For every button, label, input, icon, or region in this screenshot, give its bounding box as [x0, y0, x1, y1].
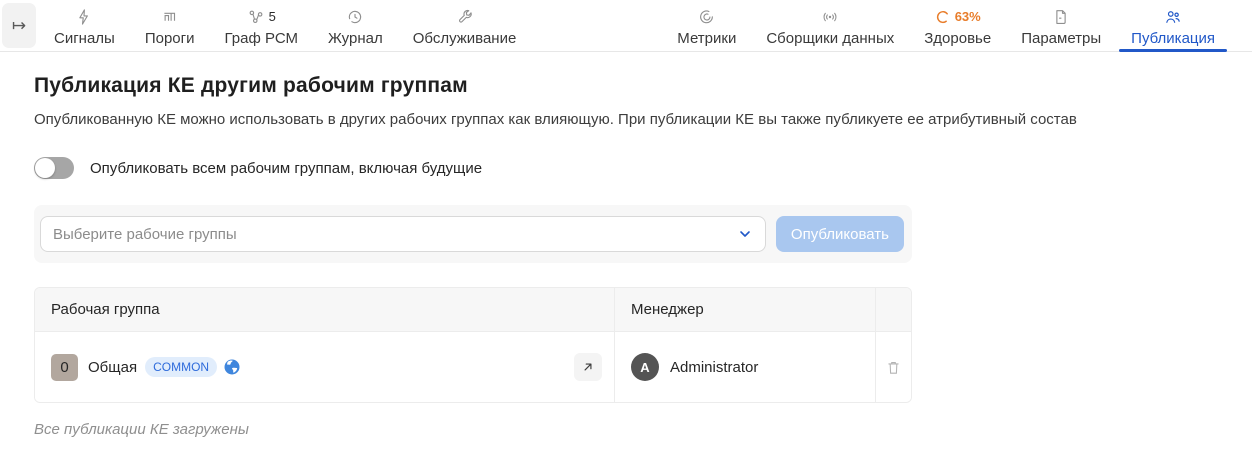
column-header-actions [875, 288, 911, 331]
tab-label: Сборщики данных [766, 29, 894, 49]
tab-label: Обслуживание [413, 29, 517, 49]
wrench-icon [456, 8, 474, 26]
chevron-down-icon [737, 226, 753, 242]
workgroup-name: Общая [88, 359, 137, 376]
tab-label: Метрики [677, 29, 736, 49]
publish-all-toggle-row: Опубликовать всем рабочим группам, включ… [34, 157, 1218, 179]
globe-icon [223, 358, 241, 376]
table-row: 0 Общая COMMON A Administrator [35, 332, 911, 402]
document-icon [1052, 8, 1070, 26]
footer-note: Все публикации КЕ загружены [34, 421, 1218, 438]
publications-table: Рабочая группа Менеджер 0 Общая COMMON A… [34, 287, 912, 403]
toggle-knob [35, 158, 55, 178]
page-description: Опубликованную КЕ можно использовать в д… [34, 111, 1218, 128]
publication-page: Публикация КЕ другим рабочим группам Опу… [0, 74, 1252, 438]
tab-label: Параметры [1021, 29, 1101, 49]
page-title: Публикация КЕ другим рабочим группам [34, 74, 1218, 98]
health-gauge-icon [935, 9, 951, 25]
manager-name: Administrator [670, 359, 758, 376]
tab-label: Журнал [328, 29, 383, 49]
arrow-up-right-icon [581, 360, 595, 374]
tab-thresholds[interactable]: Пороги [133, 0, 207, 51]
tab-label: Здоровье [924, 29, 991, 49]
table-header-row: Рабочая группа Менеджер [35, 288, 911, 332]
graph-nodes-icon [247, 8, 265, 26]
tab-data-collectors[interactable]: Сборщики данных [754, 0, 906, 51]
tab-metrics[interactable]: Метрики [665, 0, 748, 51]
tab-label: Публикация [1131, 29, 1215, 49]
actions-cell [875, 332, 911, 402]
column-header-workgroup: Рабочая группа [35, 288, 614, 331]
workgroup-count-badge: 0 [51, 354, 78, 381]
tab-journal[interactable]: Журнал [316, 0, 395, 51]
column-header-manager: Менеджер [614, 288, 875, 331]
trash-icon [885, 359, 902, 376]
health-percent-badge: 63% [955, 9, 981, 24]
select-placeholder: Выберите рабочие группы [53, 226, 737, 243]
bar-chart-icon [161, 8, 179, 26]
manager-avatar: A [631, 353, 659, 381]
tab-bar: ↦ Сигналы Пороги 5 Граф РСМ Журнал Обслу… [0, 0, 1252, 52]
common-badge: COMMON [145, 357, 217, 377]
history-clock-icon [346, 8, 364, 26]
manager-cell: A Administrator [614, 332, 875, 402]
tab-parameters[interactable]: Параметры [1009, 0, 1113, 51]
workgroup-cell: 0 Общая COMMON [35, 332, 614, 402]
publish-button[interactable]: Опубликовать [776, 216, 904, 252]
collapse-arrow-icon: ↦ [12, 16, 26, 36]
open-workgroup-button[interactable] [574, 353, 602, 381]
collapse-sidebar-button[interactable]: ↦ [2, 3, 36, 48]
tab-label: Граф РСМ [225, 29, 298, 49]
tab-signals[interactable]: Сигналы [42, 0, 127, 51]
antenna-signal-icon [820, 8, 840, 26]
users-icon [1163, 8, 1183, 26]
delete-publication-button[interactable] [885, 359, 902, 376]
tab-label: Пороги [145, 29, 195, 49]
toggle-label: Опубликовать всем рабочим группам, включ… [90, 160, 482, 177]
tab-health[interactable]: 63% Здоровье [912, 0, 1003, 51]
metrics-spiral-icon [698, 8, 716, 26]
tab-label: Сигналы [54, 29, 115, 49]
graph-count-badge: 5 [269, 9, 276, 24]
workgroup-select[interactable]: Выберите рабочие группы [40, 216, 766, 252]
tab-publication[interactable]: Публикация [1119, 0, 1227, 51]
workgroup-select-panel: Выберите рабочие группы Опубликовать [34, 205, 912, 263]
publish-all-toggle[interactable] [34, 157, 74, 179]
tab-rsm-graph[interactable]: 5 Граф РСМ [213, 0, 310, 51]
lightning-icon [75, 8, 93, 26]
tab-maintenance[interactable]: Обслуживание [401, 0, 529, 51]
